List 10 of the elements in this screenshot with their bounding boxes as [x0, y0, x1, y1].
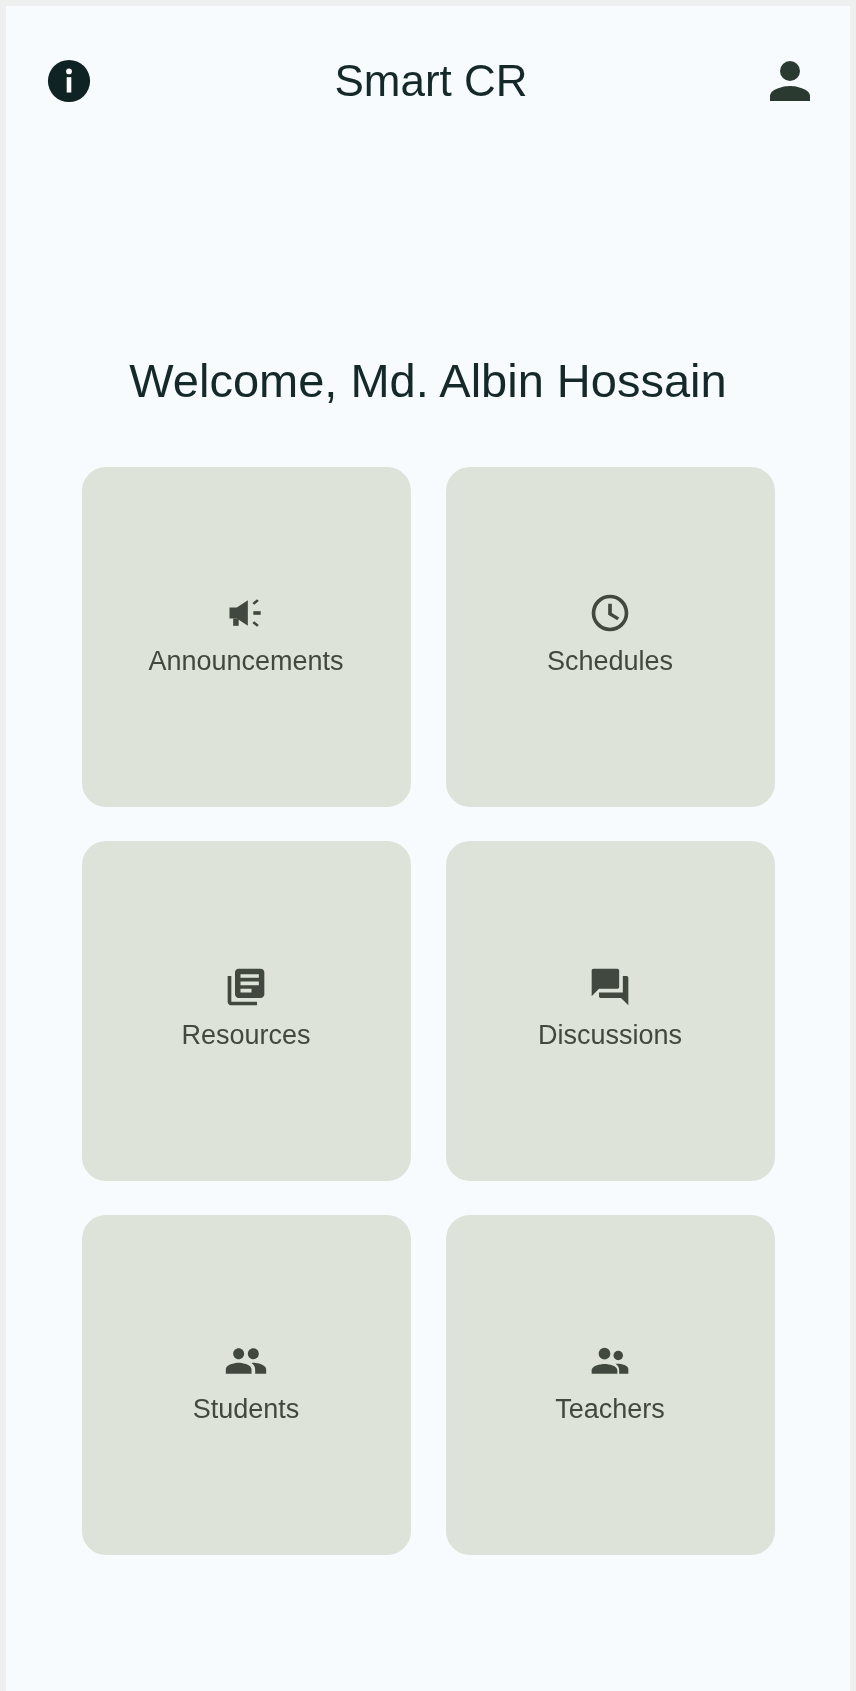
- menu-tile[interactable]: Students: [81, 1214, 411, 1555]
- menu-tile[interactable]: Resources: [81, 840, 411, 1181]
- menu-tile[interactable]: Teachers: [445, 1214, 775, 1555]
- welcome-text: Welcome, Md. Albin Hossain: [128, 353, 728, 409]
- menu-tile[interactable]: Schedules: [445, 466, 775, 807]
- menu-tile[interactable]: Discussions: [445, 840, 775, 1181]
- info-icon[interactable]: [46, 58, 92, 104]
- menu-tile[interactable]: Announcements: [81, 466, 411, 807]
- account-icon[interactable]: [770, 61, 810, 101]
- app-title: Smart CR: [334, 55, 528, 107]
